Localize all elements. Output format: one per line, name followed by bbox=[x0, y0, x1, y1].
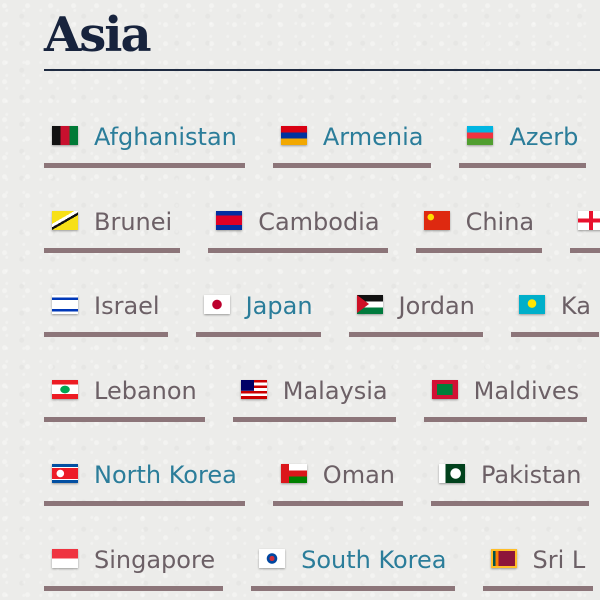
country-link-pakistan[interactable]: Pakistan bbox=[430, 456, 590, 506]
country-link-malaysia[interactable]: Malaysia bbox=[232, 372, 396, 422]
maldives-flag-icon bbox=[431, 380, 458, 399]
lebanon-flag-icon bbox=[52, 380, 78, 399]
country-link-maldives[interactable]: Maldives bbox=[423, 372, 588, 422]
china-flag-icon bbox=[423, 211, 450, 230]
country-link-cambodia[interactable]: Cambodia bbox=[208, 203, 388, 253]
country-link-japan[interactable]: Japan bbox=[195, 287, 321, 337]
pakistan-flag-icon bbox=[438, 464, 465, 483]
oman-flag-icon bbox=[280, 464, 307, 483]
georgia-flag-icon bbox=[578, 211, 600, 230]
cambodia-flag-icon bbox=[216, 211, 243, 230]
sri-lanka-flag-icon bbox=[490, 549, 517, 568]
afghanistan-flag-icon bbox=[52, 126, 78, 145]
malaysia-flag-icon bbox=[240, 380, 267, 399]
brunei-flag-icon bbox=[52, 211, 78, 230]
country-row: North Korea Oman Pakistan bbox=[44, 456, 600, 506]
country-row: Brunei Cambodia China bbox=[44, 203, 600, 253]
country-link-armenia[interactable]: Armenia bbox=[272, 118, 432, 168]
country-link-south-korea[interactable]: South Korea bbox=[251, 541, 455, 591]
south-korea-flag-icon bbox=[259, 549, 286, 568]
north-korea-flag-icon bbox=[52, 464, 78, 483]
country-link-singapore[interactable]: Singapore bbox=[44, 541, 224, 591]
country-link-israel[interactable]: Israel bbox=[44, 287, 168, 337]
country-link-brunei[interactable]: Brunei bbox=[44, 203, 181, 253]
country-link-georgia[interactable] bbox=[570, 203, 600, 253]
kazakhstan-flag-icon bbox=[518, 295, 545, 314]
japan-flag-icon bbox=[203, 295, 230, 314]
country-link-oman[interactable]: Oman bbox=[272, 456, 404, 506]
country-link-azerbaijan[interactable]: Azerb bbox=[459, 118, 587, 168]
israel-flag-icon bbox=[52, 295, 78, 314]
country-row: Lebanon Malaysia Maldives bbox=[44, 372, 600, 422]
page-title: Asia bbox=[44, 7, 152, 63]
country-link-china[interactable]: China bbox=[415, 203, 543, 253]
country-link-kazakhstan[interactable]: Ka bbox=[510, 287, 599, 337]
country-row: Singapore South Korea Sri L bbox=[44, 541, 600, 591]
country-row: Israel Japan Jordan Ka bbox=[44, 287, 600, 337]
country-link-afghanistan[interactable]: Afghanistan bbox=[44, 118, 245, 168]
singapore-flag-icon bbox=[52, 549, 78, 568]
country-row: Afghanistan Armenia Azerb bbox=[44, 118, 600, 168]
country-link-lebanon[interactable]: Lebanon bbox=[44, 372, 205, 422]
country-link-jordan[interactable]: Jordan bbox=[348, 287, 484, 337]
country-link-north-korea[interactable]: North Korea bbox=[44, 456, 245, 506]
azerbaijan-flag-icon bbox=[467, 126, 494, 145]
country-link-sri-lanka[interactable]: Sri L bbox=[482, 541, 594, 591]
title-divider bbox=[44, 69, 600, 71]
jordan-flag-icon bbox=[356, 295, 383, 314]
armenia-flag-icon bbox=[280, 126, 307, 145]
